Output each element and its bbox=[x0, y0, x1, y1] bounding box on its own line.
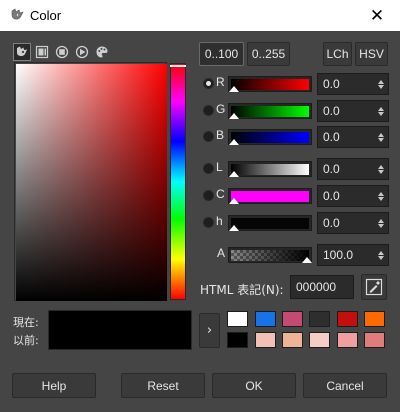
color-scales-icon bbox=[17, 46, 27, 57]
channel-c-radio[interactable] bbox=[203, 190, 214, 201]
color-plane-frame bbox=[14, 62, 167, 301]
spin-arrows[interactable] bbox=[375, 245, 387, 265]
channel-r-slider[interactable] bbox=[228, 76, 312, 92]
channel-a-row: A 100.0 bbox=[200, 244, 390, 266]
channel-b-slider[interactable] bbox=[228, 129, 312, 145]
channel-h-row: h 0.0 bbox=[200, 212, 390, 234]
add-to-history-button[interactable]: › bbox=[199, 313, 220, 348]
history-swatch[interactable] bbox=[255, 311, 276, 327]
old-color-label: 以前: bbox=[13, 334, 39, 347]
channel-l-slider[interactable] bbox=[228, 161, 312, 177]
reset-button[interactable]: Reset bbox=[121, 373, 205, 398]
history-swatch[interactable] bbox=[282, 332, 303, 348]
color-selector-tabs bbox=[13, 43, 111, 61]
channel-a-label: A bbox=[217, 246, 226, 260]
channel-l-value-input[interactable]: 0.0 bbox=[317, 158, 389, 180]
channel-g-slider[interactable] bbox=[228, 103, 312, 119]
html-notation-input[interactable]: 000000 bbox=[290, 275, 354, 299]
channel-b-value-input[interactable]: 0.0 bbox=[317, 126, 389, 148]
history-swatch[interactable] bbox=[227, 332, 248, 348]
channel-c-row: C 0.0 bbox=[200, 185, 390, 207]
channel-h-slider[interactable] bbox=[228, 215, 312, 231]
channel-g-label: G bbox=[216, 102, 226, 116]
close-button[interactable]: ✕ bbox=[354, 0, 400, 31]
channel-r-row: R 0.0 bbox=[200, 73, 390, 95]
channel-l-label: L bbox=[216, 160, 223, 174]
color-wheel-icon bbox=[55, 45, 69, 59]
tab-color-square[interactable] bbox=[33, 43, 51, 61]
channel-h-label: h bbox=[216, 214, 223, 228]
spin-arrows[interactable] bbox=[375, 186, 387, 206]
channel-h-value-input[interactable]: 0.0 bbox=[317, 212, 389, 234]
ok-button[interactable]: OK bbox=[212, 373, 296, 398]
tab-color-wheel[interactable] bbox=[53, 43, 71, 61]
history-swatch[interactable] bbox=[227, 311, 248, 327]
hue-strip-marker[interactable] bbox=[170, 65, 186, 67]
spin-arrows[interactable] bbox=[375, 74, 387, 94]
channel-b-radio[interactable] bbox=[203, 131, 214, 142]
color-picker-button[interactable] bbox=[361, 274, 387, 300]
spin-arrows[interactable] bbox=[375, 101, 387, 121]
color-preview bbox=[48, 310, 192, 350]
range-0-255-button[interactable]: 0..255 bbox=[247, 42, 290, 66]
channel-b-row: B 0.0 bbox=[200, 126, 390, 148]
channel-l-radio[interactable] bbox=[203, 163, 214, 174]
channel-g-radio[interactable] bbox=[203, 105, 214, 116]
history-swatch[interactable] bbox=[337, 311, 358, 327]
close-icon: ✕ bbox=[369, 5, 385, 26]
title-bar: Color ✕ bbox=[0, 0, 400, 31]
current-color-label: 現在: bbox=[13, 316, 39, 329]
channel-r-radio[interactable] bbox=[203, 78, 214, 89]
color-plane[interactable] bbox=[16, 64, 167, 301]
channel-c-value-input[interactable]: 0.0 bbox=[317, 185, 389, 207]
channel-l-row: L 0.0 bbox=[200, 158, 390, 180]
chevron-right-icon: › bbox=[206, 323, 213, 338]
window-title: Color bbox=[30, 8, 62, 23]
channel-a-value-input[interactable]: 100.0 bbox=[317, 244, 389, 266]
help-button[interactable]: Help bbox=[12, 373, 96, 398]
channel-a-slider[interactable] bbox=[228, 247, 312, 263]
channel-c-label: C bbox=[216, 187, 225, 201]
history-swatch[interactable] bbox=[309, 332, 330, 348]
html-notation-label: HTML 表記(N): bbox=[200, 283, 284, 297]
hsv-model-button[interactable]: HSV bbox=[355, 42, 388, 66]
spin-arrows[interactable] bbox=[375, 159, 387, 179]
history-swatch[interactable] bbox=[282, 311, 303, 327]
history-swatch[interactable] bbox=[337, 332, 358, 348]
range-0-100-button[interactable]: 0..100 bbox=[199, 42, 244, 66]
tab-color-triangle[interactable] bbox=[73, 43, 91, 61]
eyedropper-icon bbox=[365, 278, 383, 296]
channel-r-value-input[interactable]: 0.0 bbox=[317, 73, 389, 95]
channel-g-row: G 0.0 bbox=[200, 100, 390, 122]
channel-c-slider[interactable] bbox=[228, 188, 312, 204]
history-swatch[interactable] bbox=[364, 311, 385, 327]
hue-strip[interactable] bbox=[170, 63, 186, 300]
spin-arrows[interactable] bbox=[375, 213, 387, 233]
channel-g-value-input[interactable]: 0.0 bbox=[317, 100, 389, 122]
gimp-wilber-icon bbox=[11, 8, 24, 20]
spin-arrows[interactable] bbox=[375, 127, 387, 147]
tab-palette[interactable] bbox=[93, 43, 111, 61]
color-dialog: 0..100 0..255 LCh HSV R 0.0 G 0.0 B 0.0 … bbox=[0, 31, 400, 412]
channel-h-radio[interactable] bbox=[203, 217, 214, 228]
channel-b-label: B bbox=[216, 128, 225, 142]
tab-color-scales[interactable] bbox=[13, 43, 31, 61]
cancel-button[interactable]: Cancel bbox=[303, 373, 387, 398]
lch-model-button[interactable]: LCh bbox=[323, 42, 352, 66]
color-triangle-icon bbox=[75, 45, 89, 59]
palette-icon bbox=[96, 46, 108, 58]
history-swatch[interactable] bbox=[364, 332, 385, 348]
channel-r-label: R bbox=[216, 75, 225, 89]
history-swatch[interactable] bbox=[309, 311, 330, 327]
color-square-icon bbox=[35, 45, 49, 59]
history-swatch[interactable] bbox=[255, 332, 276, 348]
